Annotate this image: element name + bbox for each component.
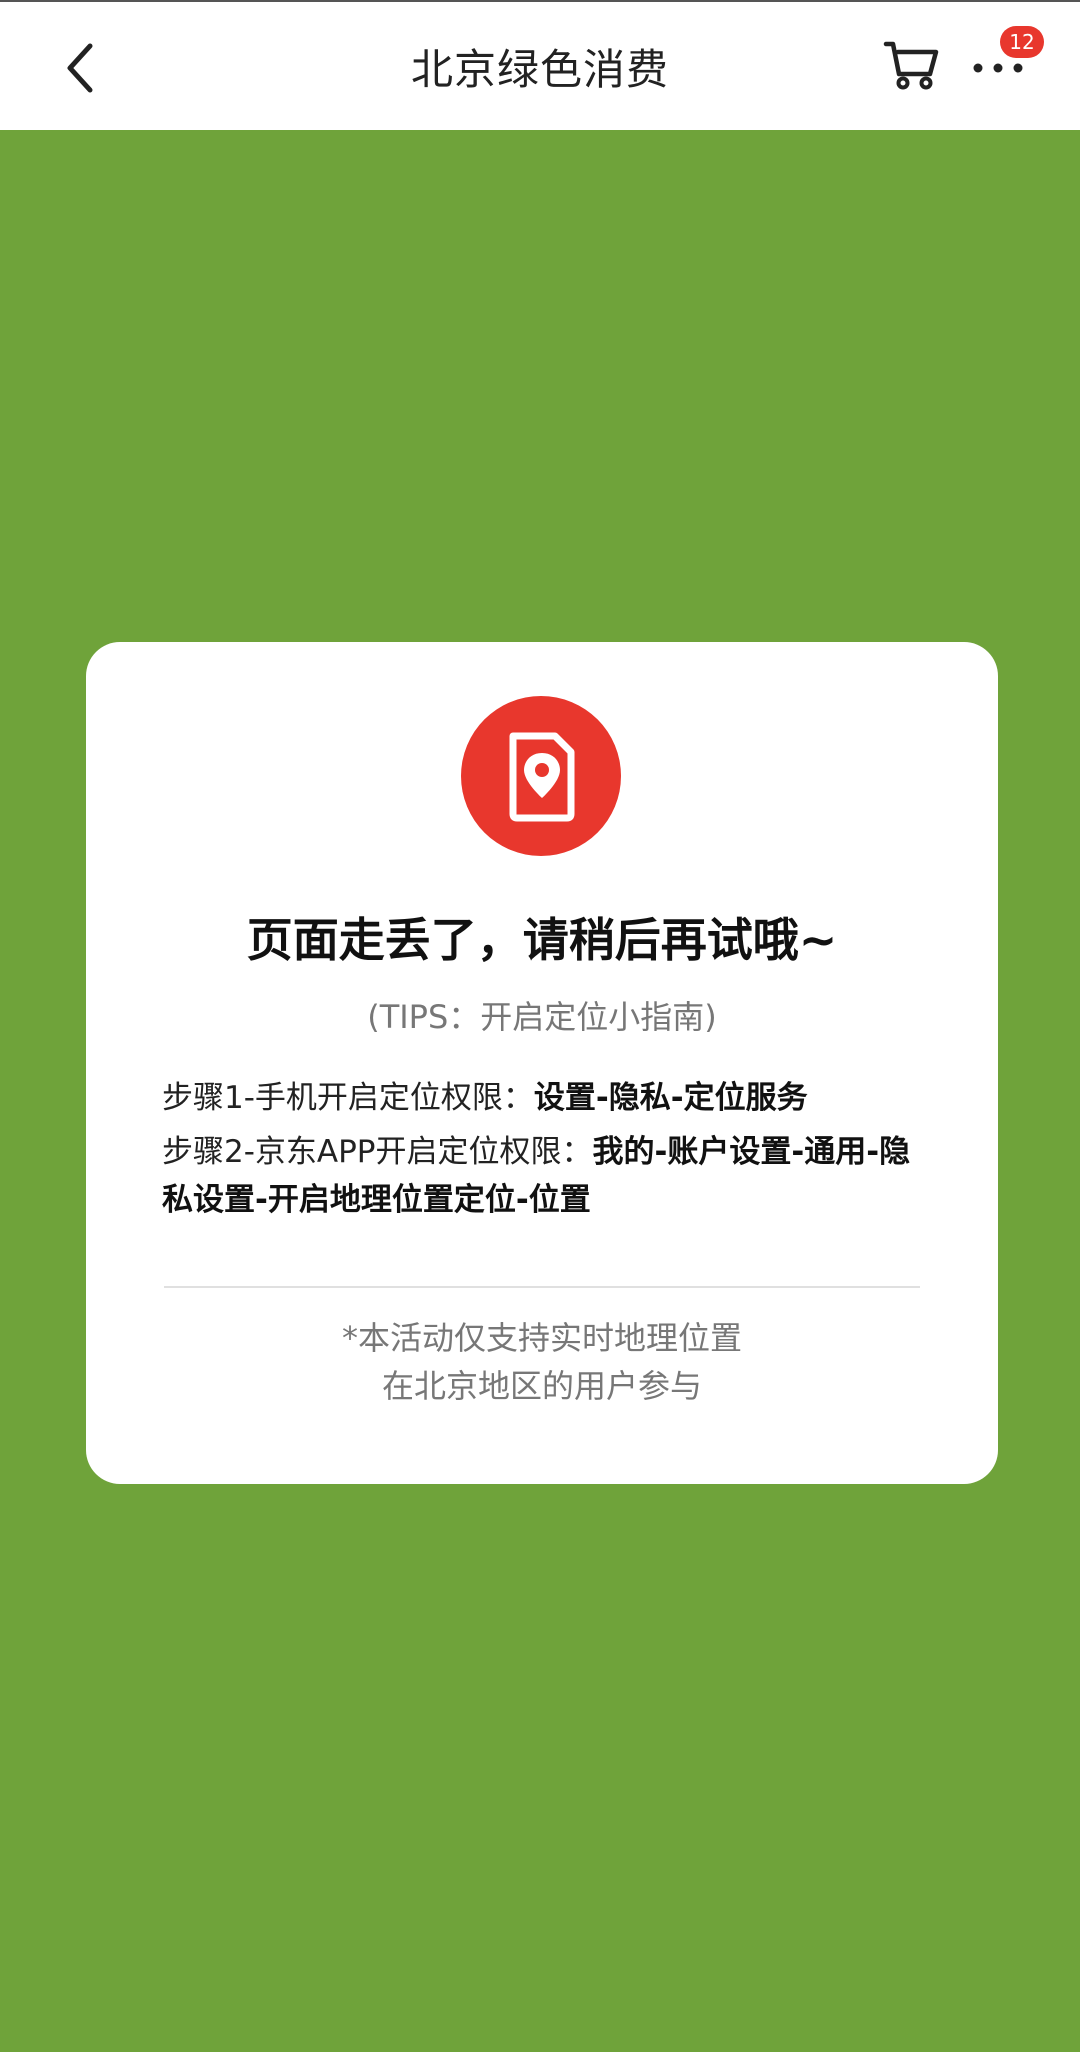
divider — [164, 1286, 920, 1288]
tips-subtitle: (TIPS：开启定位小指南) — [367, 998, 717, 1036]
location-document-icon — [461, 696, 621, 856]
note-line-2: 在北京地区的用户参与 — [381, 1367, 702, 1405]
location-steps: 步骤1-手机开启定位权限：设置-隐私-定位服务 步骤2-京东APP开启定位权限：… — [162, 1074, 930, 1230]
cart-button[interactable] — [882, 36, 942, 92]
error-headline: 页面走丢了，请稍后再试哦~ — [246, 913, 838, 967]
step-1-prefix: 步骤1-手机开启定位权限： — [162, 1080, 534, 1116]
error-card: 页面走丢了，请稍后再试哦~ (TIPS：开启定位小指南) 步骤1-手机开启定位权… — [86, 642, 998, 1484]
step-2-prefix: 步骤2-京东APP开启定位权限： — [162, 1134, 593, 1170]
eligibility-note: *本活动仅支持实时地理位置 在北京地区的用户参与 — [86, 1314, 998, 1410]
note-line-1: *本活动仅支持实时地理位置 — [341, 1319, 742, 1357]
cart-icon — [883, 41, 939, 90]
step-2: 步骤2-京东APP开启定位权限：我的-账户设置-通用-隐私设置-开启地理位置定位… — [162, 1128, 930, 1224]
step-1-path: 设置-隐私-定位服务 — [533, 1080, 808, 1116]
top-nav-bar: 北京绿色消费 12 — [0, 0, 1080, 130]
step-1: 步骤1-手机开启定位权限：设置-隐私-定位服务 — [162, 1074, 930, 1122]
message-count-badge: 12 — [1000, 26, 1044, 58]
